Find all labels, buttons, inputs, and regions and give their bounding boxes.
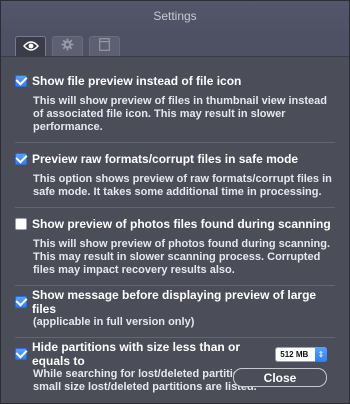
close-button[interactable]: Close [233, 368, 327, 387]
safe-mode-label: Preview raw formats/corrupt files in saf… [32, 152, 299, 166]
partition-size-select[interactable]: 512 MB ⇕ [275, 346, 327, 362]
tab-window[interactable] [89, 36, 120, 56]
scan-preview-label: Show preview of photos files found durin… [32, 217, 331, 231]
option-scan-preview: Show preview of photos files found durin… [15, 207, 335, 285]
scan-preview-checkbox[interactable] [15, 218, 27, 230]
safe-mode-checkbox[interactable] [15, 153, 27, 165]
toolbar [1, 31, 349, 57]
window-title: Settings [153, 9, 197, 23]
settings-content: Show file preview instead of file icon T… [1, 57, 349, 402]
chevron-updown-icon: ⇕ [315, 346, 327, 362]
scan-preview-description: This will show preview of photos found d… [33, 238, 330, 276]
footer: Close [233, 368, 327, 387]
file-preview-checkbox[interactable] [15, 75, 27, 87]
gear-icon [61, 37, 74, 56]
tab-preview[interactable] [15, 36, 46, 56]
file-preview-description: This will show preview of files in thumb… [33, 95, 327, 133]
title-bar: Settings [1, 1, 349, 31]
eye-icon [22, 38, 39, 56]
option-file-preview: Show file preview instead of file icon T… [15, 65, 335, 142]
safe-mode-description: This option shows preview of raw formats… [33, 173, 332, 198]
hide-partitions-checkbox[interactable] [15, 348, 27, 360]
large-file-message-checkbox[interactable] [15, 296, 27, 308]
file-preview-label: Show file preview instead of file icon [32, 74, 242, 88]
settings-window: Settings Show file preview instead of fi… [0, 0, 350, 404]
option-safe-mode: Preview raw formats/corrupt files in saf… [15, 142, 335, 207]
tab-settings[interactable] [52, 36, 83, 56]
option-large-file-message: Show message before displaying preview o… [15, 285, 335, 337]
large-file-message-description: (applicable in full version only) [33, 316, 195, 328]
hide-partitions-label: Hide partitions with size less than or e… [32, 340, 241, 368]
large-file-message-label: Show message before displaying preview o… [32, 288, 317, 316]
partition-size-value: 512 MB [280, 349, 309, 359]
window-icon [99, 37, 110, 56]
